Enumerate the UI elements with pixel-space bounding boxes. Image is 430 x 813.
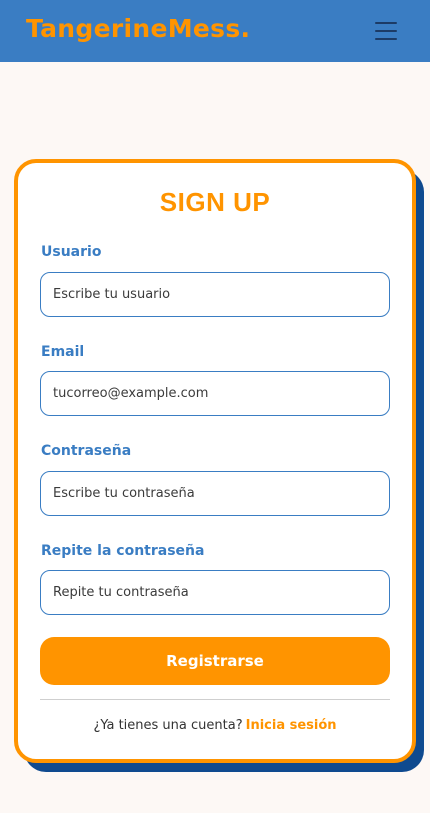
brand-logo[interactable]: TangerineMess.: [26, 16, 250, 41]
login-prompt: ¿Ya tienes una cuenta? Inicia sesión: [18, 719, 412, 732]
login-link[interactable]: Inicia sesión: [246, 718, 337, 733]
signup-card: SIGN UP Usuario Email Contraseña Repite …: [14, 159, 416, 763]
menu-line: [375, 38, 397, 40]
hamburger-menu-icon[interactable]: [372, 20, 400, 42]
register-button[interactable]: Registrarse: [40, 637, 390, 685]
username-label: Usuario: [41, 244, 102, 260]
password-label: Contraseña: [41, 443, 132, 459]
menu-line: [375, 30, 397, 32]
menu-line: [375, 22, 397, 24]
username-input[interactable]: [40, 272, 390, 317]
confirm-password-label: Repite la contraseña: [41, 543, 205, 559]
top-navbar: TangerineMess.: [0, 0, 430, 62]
divider: [40, 699, 390, 700]
email-input[interactable]: [40, 371, 390, 416]
password-input[interactable]: [40, 471, 390, 516]
email-label: Email: [41, 344, 85, 360]
confirm-password-input[interactable]: [40, 570, 390, 615]
page-title: SIGN UP: [159, 187, 271, 217]
login-prompt-text: ¿Ya tienes una cuenta?: [93, 718, 243, 733]
